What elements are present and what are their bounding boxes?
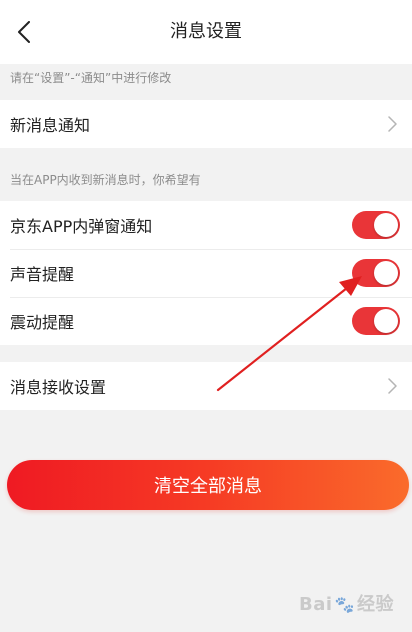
toggle-knob bbox=[374, 309, 398, 333]
watermark-text-left: Bai bbox=[299, 594, 333, 615]
vibration-alert-toggle[interactable] bbox=[352, 307, 400, 335]
new-message-notification-row[interactable]: 新消息通知 bbox=[0, 100, 412, 148]
page-title: 消息设置 bbox=[170, 21, 242, 42]
row-label: 新消息通知 bbox=[10, 116, 91, 135]
section-alerts: 京东APP内弹窗通知 声音提醒 震动提醒 bbox=[0, 201, 412, 345]
chevron-right-icon bbox=[384, 378, 400, 394]
hint-modify: 请在“设置”-“通知”中进行修改 bbox=[10, 71, 172, 85]
alert-row-sound: 声音提醒 bbox=[0, 249, 412, 297]
toggle-knob bbox=[374, 213, 398, 237]
watermark-text-right: 经验 bbox=[357, 594, 394, 615]
row-label: 震动提醒 bbox=[10, 313, 75, 332]
chevron-right-icon bbox=[384, 116, 400, 132]
row-label: 声音提醒 bbox=[10, 265, 75, 284]
message-receive-settings-row[interactable]: 消息接收设置 bbox=[0, 362, 412, 410]
message-settings-page: 消息设置 请在“设置”-“通知”中进行修改 新消息通知 当在APP内收到新消息时… bbox=[0, 0, 412, 632]
clear-all-messages-button[interactable]: 清空全部消息 bbox=[7, 460, 409, 510]
toggle-knob bbox=[374, 261, 398, 285]
paw-icon: 🐾 bbox=[334, 595, 355, 614]
section-receive-settings: 消息接收设置 bbox=[0, 362, 412, 410]
section-new-message: 新消息通知 bbox=[0, 100, 412, 148]
sound-alert-toggle[interactable] bbox=[352, 259, 400, 287]
popup-notification-toggle[interactable] bbox=[352, 211, 400, 239]
alert-row-vibrate: 震动提醒 bbox=[0, 297, 412, 345]
baidu-watermark: Bai 🐾 经验 bbox=[299, 590, 394, 616]
alert-row-popup: 京东APP内弹窗通知 bbox=[0, 201, 412, 249]
nav-bar: 消息设置 bbox=[0, 0, 412, 64]
row-label: 消息接收设置 bbox=[10, 378, 107, 397]
row-label: 京东APP内弹窗通知 bbox=[10, 217, 153, 236]
hint-receive: 当在APP内收到新消息时，你希望有 bbox=[10, 173, 201, 187]
